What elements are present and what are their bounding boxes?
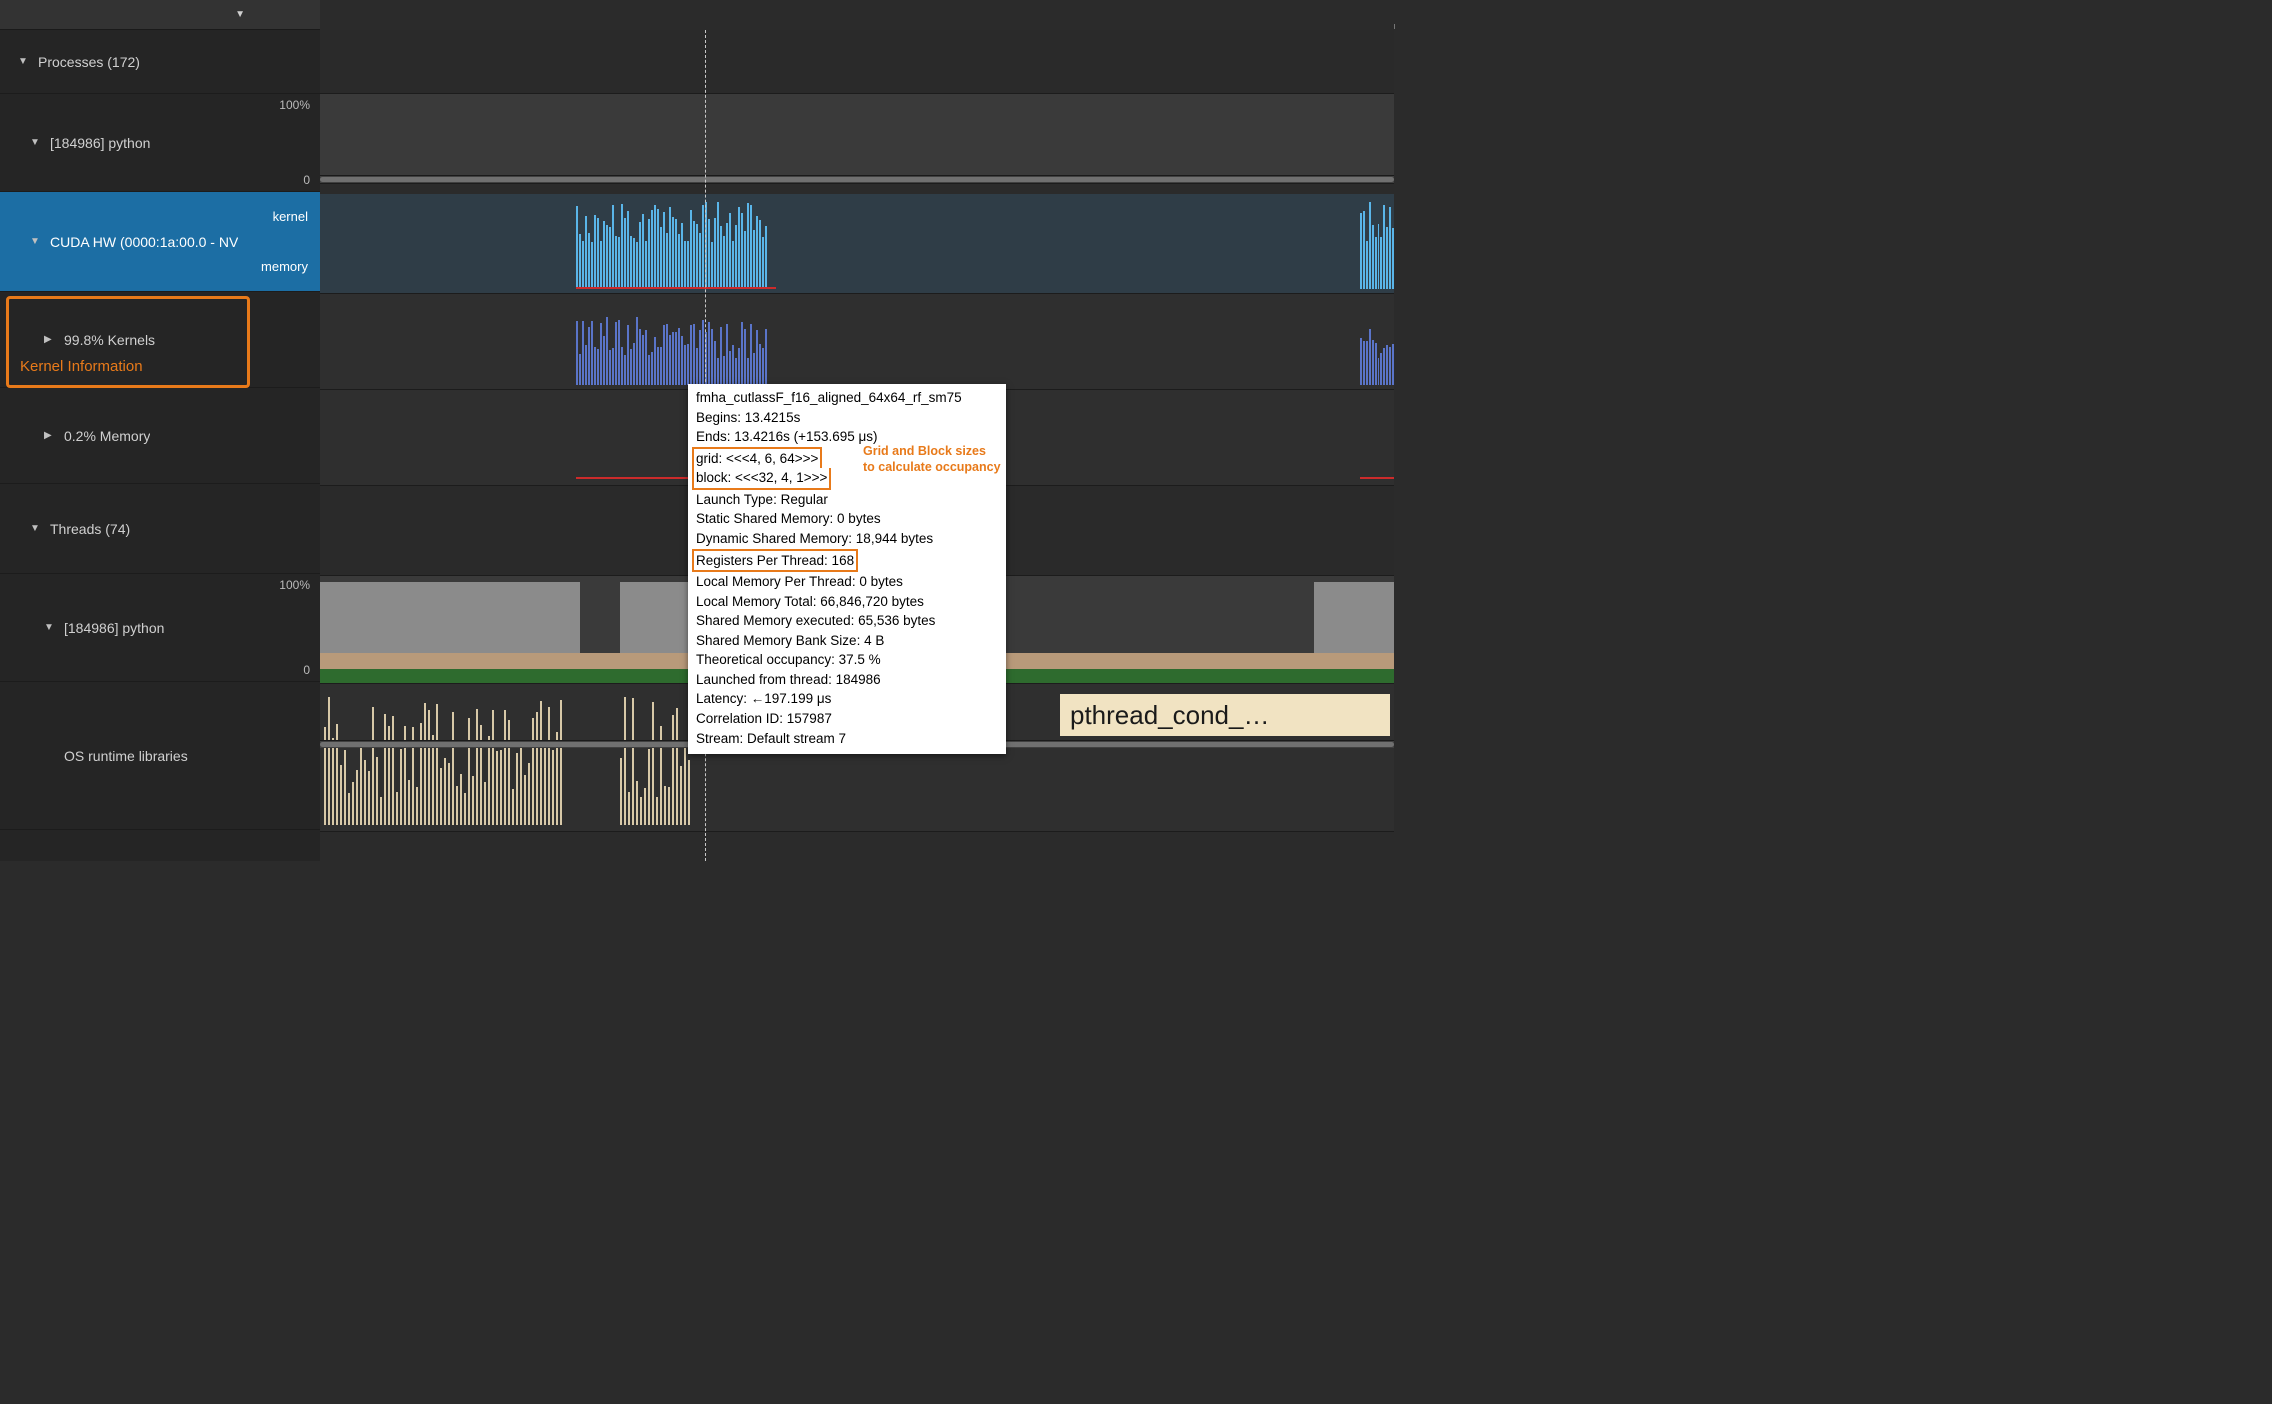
os-block-pthread[interactable]: pthread_cond_… [1060, 694, 1390, 736]
track-processes[interactable] [320, 30, 1394, 94]
chevron-down-icon[interactable]: ▼ [30, 523, 44, 534]
row-python-thread[interactable]: ▼ [184986] python 100% 0 [0, 574, 320, 682]
tooltip-registers: Registers Per Thread: 168 [692, 549, 858, 573]
tooltip-correlation: Correlation ID: 157987 [696, 709, 998, 729]
python-thread-label: [184986] python [64, 620, 164, 636]
memory-redline [1360, 477, 1394, 479]
tooltip-bank-size: Shared Memory Bank Size: 4 B [696, 631, 998, 651]
chevron-down-icon[interactable]: ▼ [44, 622, 58, 633]
scrollbar-thumb[interactable] [320, 177, 1394, 182]
cuda-sublabels: kernel memory [244, 192, 314, 291]
track-scrollbar[interactable] [320, 175, 1394, 183]
sidebar-top-strip: ▼ [0, 0, 320, 30]
chevron-right-icon[interactable]: ▶ [44, 334, 58, 345]
kernel-cluster[interactable] [1360, 198, 1394, 289]
yaxis-bottom-2: 0 [258, 663, 310, 677]
annotation-grid-block-1: Grid and Block sizes [863, 444, 986, 460]
tooltip-latency: Latency: ←197.199 μs [696, 689, 998, 709]
tooltip-dynamic-shared: Dynamic Shared Memory: 18,944 bytes [696, 529, 998, 549]
dropdown-caret-icon[interactable]: ▼ [235, 9, 245, 20]
cuda-memory-sublabel: memory [244, 259, 308, 274]
yaxis-top-2: 100% [258, 578, 310, 592]
memory-label: 0.2% Memory [64, 428, 150, 444]
os-block-label: pthread_cond_… [1070, 700, 1269, 731]
memory-redline [576, 287, 776, 289]
tooltip-static-shared: Static Shared Memory: 0 bytes [696, 509, 998, 529]
tooltip-block: block: <<<32, 4, 1>>> [692, 468, 831, 490]
annotation-grid-block-2: to calculate occupancy [863, 460, 1001, 476]
kernel-tooltip: fmha_cutlassF_f16_aligned_64x64_rf_sm75 … [688, 384, 1006, 754]
kernels-label: 99.8% Kernels [64, 332, 155, 348]
kernel-bars[interactable] [1360, 298, 1394, 385]
tooltip-launch-type: Launch Type: Regular [696, 490, 998, 510]
annotation-kernel-info-label: Kernel Information [20, 358, 143, 375]
chevron-down-icon[interactable]: ▼ [18, 56, 32, 67]
row-processes[interactable]: ▼ Processes (172) [0, 30, 320, 94]
os-bars [324, 690, 574, 825]
os-bars [620, 690, 690, 825]
row-cuda-hw[interactable]: ▼ CUDA HW (0000:1a:00.0 - NV kernel memo… [0, 192, 320, 292]
row-python-proc[interactable]: ▼ [184986] python 100% 0 [0, 94, 320, 192]
track-python-proc[interactable] [320, 94, 1394, 184]
tooltip-begins: Begins: 13.4215s [696, 408, 998, 428]
yaxis-labels: 100% 0 [254, 94, 314, 191]
tooltip-title: fmha_cutlassF_f16_aligned_64x64_rf_sm75 [696, 388, 998, 408]
chevron-down-icon[interactable]: ▼ [30, 236, 44, 247]
tooltip-launched-from: Launched from thread: 184986 [696, 670, 998, 690]
threads-label: Threads (74) [50, 521, 130, 537]
processes-label: Processes (172) [38, 54, 140, 70]
tooltip-stream: Stream: Default stream 7 [696, 729, 998, 749]
row-memory[interactable]: ▶ 0.2% Memory [0, 388, 320, 484]
kernel-cluster[interactable] [576, 198, 776, 289]
track-cuda-hw[interactable] [320, 194, 1394, 294]
yaxis-labels-2: 100% 0 [254, 574, 314, 681]
chevron-down-icon[interactable]: ▼ [30, 137, 44, 148]
python-proc-label: [184986] python [50, 135, 150, 151]
track-kernels[interactable] [320, 294, 1394, 390]
tooltip-shared-exec: Shared Memory executed: 65,536 bytes [696, 611, 998, 631]
row-threads[interactable]: ▼ Threads (74) [0, 484, 320, 574]
cuda-kernel-sublabel: kernel [244, 209, 308, 224]
kernel-bars[interactable] [576, 298, 776, 385]
tooltip-grid: grid: <<<4, 6, 64>>> [692, 447, 822, 469]
cuda-hw-label: CUDA HW (0000:1a:00.0 - NV [50, 234, 238, 250]
tooltip-local-mem-thread: Local Memory Per Thread: 0 bytes [696, 572, 998, 592]
os-libs-label: OS runtime libraries [64, 748, 188, 764]
chevron-right-icon[interactable]: ▶ [44, 430, 58, 441]
sidebar: ▼ ▼ Processes (172) ▼ [184986] python 10… [0, 0, 320, 861]
tooltip-occupancy: Theoretical occupancy: 37.5 % [696, 650, 998, 670]
yaxis-top: 100% [258, 98, 310, 112]
row-os-libs[interactable]: OS runtime libraries [0, 682, 320, 830]
tooltip-local-mem-total: Local Memory Total: 66,846,720 bytes [696, 592, 998, 612]
yaxis-bottom: 0 [258, 173, 310, 187]
